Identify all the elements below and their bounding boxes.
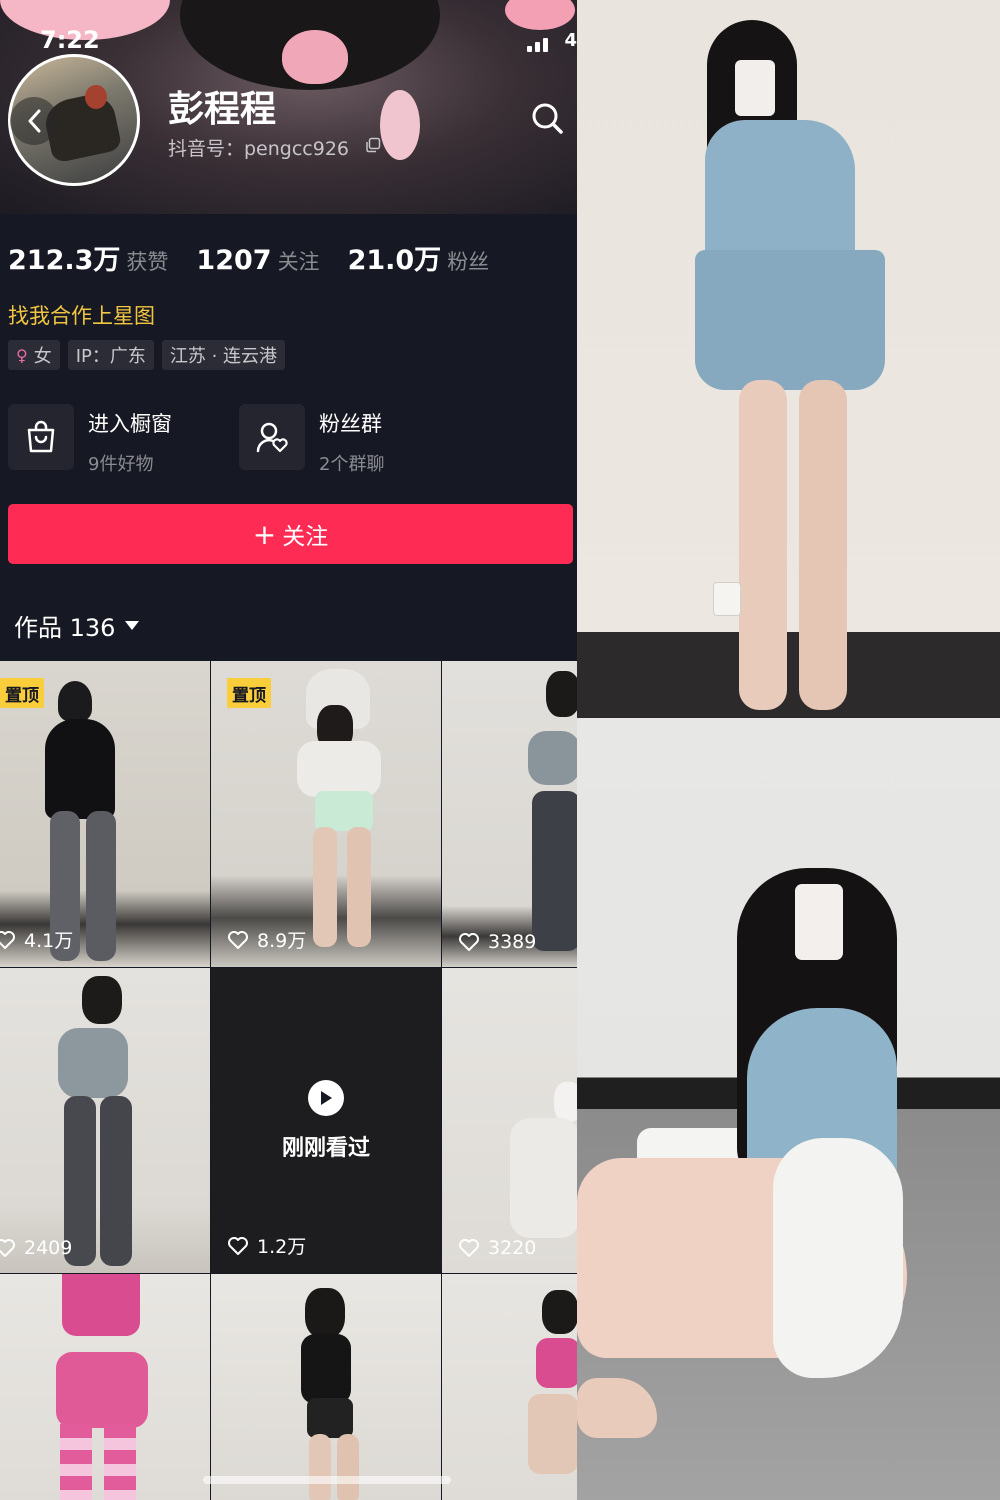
heart-icon [459, 933, 479, 951]
gender-label: 女 [33, 346, 52, 367]
video-tile[interactable]: 2409 [0, 968, 210, 1273]
avatar-figure [85, 85, 107, 109]
heart-icon [0, 930, 15, 949]
like-count: 2409 [0, 1237, 72, 1259]
photo-top [577, 0, 1000, 718]
shop-window-entry[interactable]: 进入橱窗 9件好物 [8, 404, 172, 476]
play-icon [308, 1080, 344, 1116]
location-tag: 江苏 · 连云港 [161, 340, 286, 370]
fan-group-entry[interactable]: 粉丝群 2个群聊 [239, 404, 384, 476]
douyin-id: 抖音号：pengcc926 [168, 138, 350, 160]
like-count-value: 2409 [24, 1237, 73, 1259]
follow-label: 关注 [282, 524, 329, 550]
caret-down-icon [125, 621, 140, 630]
followers-count[interactable]: 21.0万 [348, 238, 442, 277]
recently-viewed-label: 刚刚看过 [281, 1136, 370, 1161]
followers-label[interactable]: 粉丝 [447, 246, 489, 276]
works-tab-label: 作品 136 [14, 614, 116, 642]
photo-shorts [773, 1138, 903, 1378]
pinned-badge: 置顶 [227, 678, 271, 708]
fan-group-icon [239, 404, 305, 470]
video-tile[interactable] [442, 1274, 577, 1500]
back-button[interactable] [10, 97, 58, 145]
battery-level: 4 [564, 30, 577, 51]
like-count: 3389 [458, 931, 536, 953]
like-count: 3220 [458, 1237, 536, 1259]
works-tab[interactable]: 作品 136 [14, 608, 140, 643]
photo-leg [577, 1378, 657, 1438]
heart-icon [228, 930, 248, 949]
profile-screen: 7:22 4 彭程程 抖音号：pengcc926 212.3万 获赞 1207 … [0, 0, 577, 1500]
profile-name: 彭程程 [168, 89, 277, 130]
ip-tag: IP：广东 [67, 340, 154, 370]
like-count: 4.1万 [0, 926, 73, 953]
follow-button[interactable]: + 关注 [8, 504, 573, 564]
like-count-value: 8.9万 [257, 930, 307, 952]
like-count-value: 3389 [488, 931, 537, 953]
like-count: 1.2万 [227, 1232, 306, 1259]
video-tile[interactable]: 3389 [442, 661, 577, 967]
header-artwork [380, 90, 420, 160]
shop-window-subtitle: 9件好物 [88, 454, 154, 475]
video-tile[interactable]: 置顶 8.9万 [211, 661, 441, 967]
video-tile-recently-viewed[interactable]: 刚刚看过 1.2万 [211, 968, 441, 1273]
gender-tag: ♀ 女 [8, 340, 60, 370]
photo-phone [735, 60, 775, 116]
stats-row: 212.3万 获赞 1207 关注 21.0万 粉丝 [8, 238, 517, 278]
fan-group-title: 粉丝群 [319, 412, 382, 436]
heart-icon [228, 1236, 248, 1255]
likes-label: 获赞 [126, 250, 169, 274]
photo-bottom [577, 718, 1000, 1500]
search-icon[interactable] [529, 100, 565, 136]
like-count-value: 3220 [488, 1237, 537, 1259]
likes-count: 212.3万 [8, 245, 121, 276]
signal-icon [527, 32, 563, 52]
fan-group-subtitle: 2个群聊 [319, 454, 385, 475]
photo-leg [739, 380, 787, 710]
status-time: 7:22 [40, 26, 100, 54]
works-grid: 置顶 4.1万 置顶 8.9万 3389 2409 刚刚看过 1.2万 3220 [0, 661, 577, 1500]
video-tile[interactable] [0, 1274, 210, 1500]
shopping-bag-icon [8, 404, 74, 470]
photo-top-garment [705, 120, 855, 270]
video-tile[interactable]: 置顶 4.1万 [0, 661, 210, 967]
header-artwork [505, 0, 575, 30]
heart-decoration [282, 30, 348, 84]
heart-icon [0, 1239, 15, 1257]
shop-window-title: 进入橱窗 [88, 412, 172, 436]
like-count-value: 1.2万 [257, 1236, 307, 1258]
like-count-value: 4.1万 [24, 930, 74, 952]
profile-tags: ♀ 女 IP：广东 江苏 · 连云港 [8, 340, 286, 370]
video-tile[interactable] [211, 1274, 441, 1500]
plus-icon: + [252, 517, 277, 551]
home-indicator[interactable] [203, 1476, 451, 1484]
photo-phone [795, 884, 843, 960]
photo-skirt [695, 250, 885, 390]
heart-icon [459, 1239, 479, 1257]
female-icon: ♀ [16, 345, 28, 365]
like-count: 8.9万 [227, 926, 306, 953]
copy-icon[interactable] [365, 137, 381, 153]
following-label[interactable]: 关注 [278, 246, 320, 276]
pinned-badge: 置顶 [0, 678, 44, 708]
photo-outlet [713, 582, 741, 616]
cooperation-link[interactable]: 找我合作上星图 [8, 300, 155, 330]
profile-header: 7:22 4 彭程程 抖音号：pengcc926 [0, 0, 577, 214]
photo-leg [799, 380, 847, 710]
video-tile[interactable]: 3220 [442, 968, 577, 1273]
following-count[interactable]: 1207 [196, 245, 271, 276]
chevron-left-icon [28, 109, 41, 133]
